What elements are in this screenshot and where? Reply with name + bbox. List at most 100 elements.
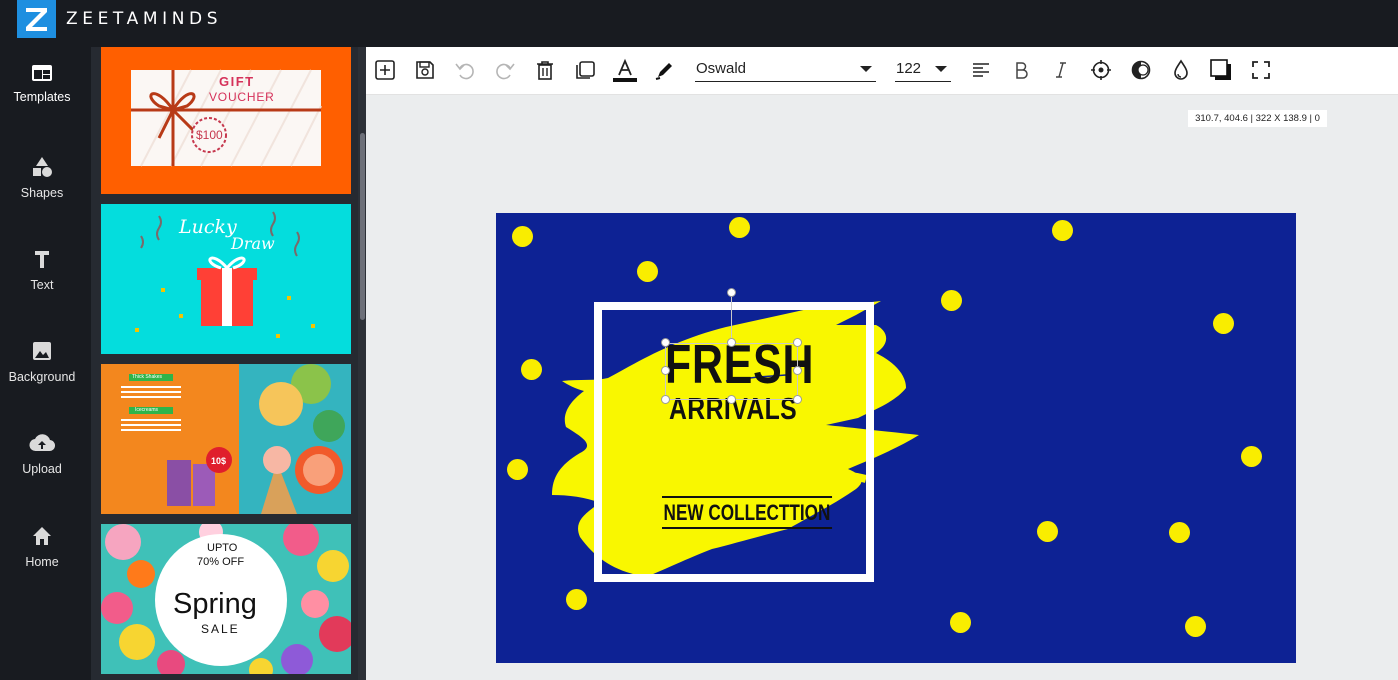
shapes-icon (33, 157, 52, 177)
text-color-button[interactable] (612, 57, 638, 83)
bold-icon (1016, 62, 1028, 79)
tagline-text[interactable]: NEW COLLECTTION (662, 496, 832, 530)
decor-dot (637, 261, 658, 282)
decor-dot (1169, 522, 1190, 543)
template-shakes-menu[interactable]: Thick Shakes Icecreams 10$ (101, 364, 351, 514)
design-canvas[interactable]: FRESH ARRIVALS NEW COLLECTTION (496, 213, 1296, 663)
upload-icon (29, 434, 55, 452)
text-icon (35, 251, 49, 268)
resize-handle-left[interactable] (661, 366, 670, 375)
position-icon (1091, 60, 1111, 80)
redo-icon (496, 63, 515, 80)
italic-button[interactable] (1048, 57, 1074, 83)
nav-background[interactable]: Background (0, 340, 84, 420)
spring-title-text: Spring (173, 588, 257, 620)
resize-handle-top-left[interactable] (661, 338, 670, 347)
lucky-text: Lucky (179, 216, 237, 238)
spring-discount-text: 70% OFF (197, 556, 245, 568)
duplicate-button[interactable] (572, 57, 598, 83)
app-name: ZEETAMINDS (66, 9, 223, 29)
pen-icon (655, 63, 672, 80)
add-icon (375, 60, 395, 80)
contrast-button[interactable] (1128, 57, 1154, 83)
italic-icon (1056, 62, 1066, 78)
left-nav: Templates Shapes Text Background Upload … (0, 47, 91, 680)
bold-button[interactable] (1008, 57, 1034, 83)
nav-shapes[interactable]: Shapes (0, 156, 84, 236)
shadow-icon (1210, 59, 1231, 80)
decor-dot (1241, 446, 1262, 467)
chevron-down-icon (935, 66, 947, 72)
spring-upto-text: UPTO (207, 542, 238, 554)
delete-button[interactable] (532, 57, 558, 83)
template-spring-sale[interactable]: UPTO 70% OFF Spring SALE (101, 524, 351, 674)
add-button[interactable] (372, 57, 398, 83)
save-button[interactable] (412, 57, 438, 83)
decor-dot (521, 359, 542, 380)
resize-handle-top-right[interactable] (793, 338, 802, 347)
text-color-icon (613, 58, 637, 82)
delete-icon (537, 61, 553, 80)
menu-section-text: Thick Shakes (132, 374, 163, 380)
decor-dot (1213, 313, 1234, 334)
opacity-icon (1174, 59, 1188, 80)
contrast-icon (1131, 60, 1151, 80)
voucher-title-text: VOUCHER (209, 90, 275, 104)
resize-handle-top[interactable] (727, 338, 736, 347)
resize-handle-bottom-right[interactable] (793, 395, 802, 404)
logo-icon (17, 0, 56, 38)
resize-handle-bottom-left[interactable] (661, 395, 670, 404)
font-size-value: 122 (896, 60, 922, 77)
selection-info: 310.7, 404.6 | 322 X 138.9 | 0 (1188, 110, 1327, 127)
templates-scrollbar-thumb[interactable] (360, 133, 365, 320)
position-button[interactable] (1088, 57, 1114, 83)
duplicate-icon (576, 61, 595, 79)
nav-upload[interactable]: Upload (0, 432, 84, 512)
font-family-select[interactable]: Oswald (695, 58, 876, 82)
decor-dot (566, 589, 587, 610)
nav-label: Shapes (20, 186, 64, 200)
fullscreen-icon (1252, 61, 1270, 79)
shadow-button[interactable] (1208, 57, 1234, 83)
decor-dot (1037, 521, 1058, 542)
decor-dot (507, 459, 528, 480)
menu-price-text: 10$ (211, 456, 227, 466)
top-bar: ZEETAMINDS (0, 0, 1398, 47)
nav-text[interactable]: Text (0, 248, 84, 328)
selection-box[interactable] (665, 343, 798, 400)
menu-section-text-2: Icecreams (135, 407, 159, 413)
decor-dot (729, 217, 750, 238)
decor-dot (1052, 220, 1073, 241)
resize-handle-bottom[interactable] (727, 395, 736, 404)
background-icon (33, 342, 51, 360)
nav-label: Background (8, 370, 76, 384)
fullscreen-button[interactable] (1248, 57, 1274, 83)
decor-dot (941, 290, 962, 311)
opacity-button[interactable] (1168, 57, 1194, 83)
undo-button[interactable] (452, 57, 478, 83)
decor-dot (1185, 616, 1206, 637)
font-size-select[interactable]: 122 (895, 58, 951, 82)
templates-icon (32, 65, 52, 81)
draw-text: Draw (231, 234, 275, 253)
spring-sale-text: SALE (201, 622, 240, 636)
nav-label: Upload (22, 462, 62, 476)
decor-dot (512, 226, 533, 247)
nav-label: Templates (13, 90, 71, 104)
nav-home[interactable]: Home (0, 525, 84, 605)
home-icon (33, 527, 51, 545)
rotate-handle[interactable] (727, 288, 736, 297)
rotation-line (731, 293, 732, 343)
align-button[interactable] (968, 57, 994, 83)
save-icon (416, 61, 434, 79)
pen-button[interactable] (652, 57, 678, 83)
decor-dot (950, 612, 971, 633)
voucher-gift-text: GIFT (219, 74, 255, 89)
resize-handle-right[interactable] (793, 366, 802, 375)
align-left-icon (973, 63, 989, 77)
template-gift-voucher[interactable]: GIFT VOUCHER $100 (101, 47, 351, 194)
redo-button[interactable] (492, 57, 518, 83)
nav-templates[interactable]: Templates (0, 64, 84, 144)
template-lucky-draw[interactable]: Lucky Draw (101, 204, 351, 354)
undo-icon (455, 63, 474, 80)
